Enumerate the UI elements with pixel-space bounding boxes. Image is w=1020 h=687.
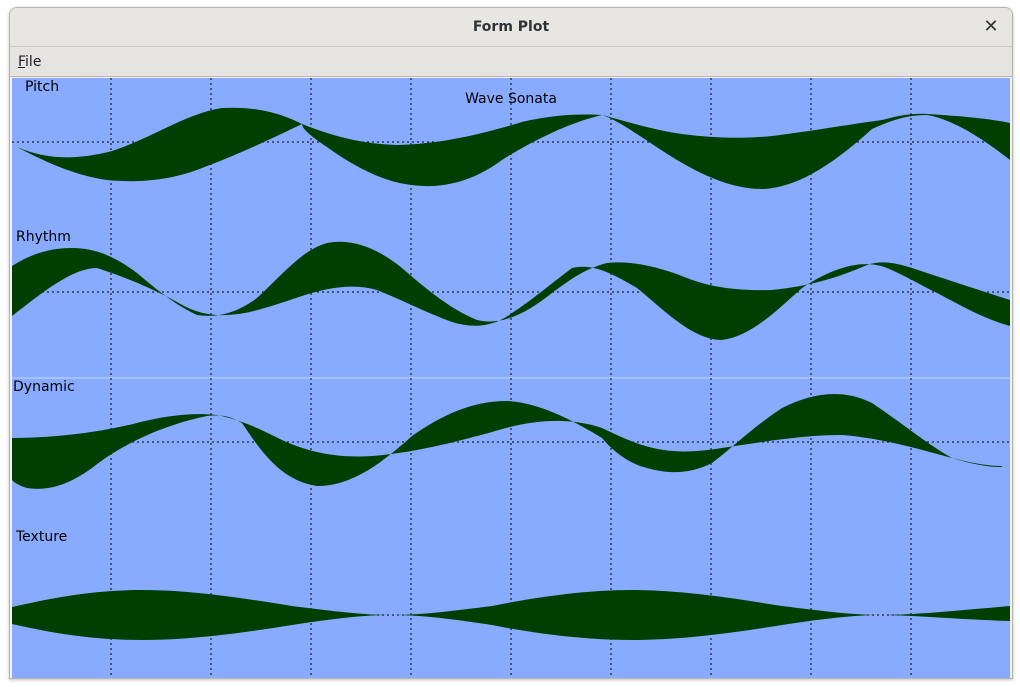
pitch-waveform — [17, 107, 1010, 189]
pitch-label: Pitch — [25, 79, 59, 95]
app-window: Form Plot ✕ File Pitch Rhythm Dynamic Te… — [9, 7, 1013, 679]
menu-bar: File — [10, 47, 1012, 77]
close-icon[interactable]: ✕ — [980, 17, 1002, 37]
window-title: Form Plot — [472, 19, 550, 35]
title-bar: Form Plot ✕ — [10, 8, 1012, 47]
menu-file[interactable]: File — [18, 52, 41, 72]
menu-file-mnemonic: F — [18, 54, 26, 70]
texture-waveform — [12, 590, 1010, 640]
form-plot-svg: Pitch Rhythm Dynamic Texture Wave Sonata — [12, 78, 1010, 678]
plot-title: Wave Sonata — [465, 91, 557, 107]
menu-file-label: ile — [25, 54, 42, 70]
form-plot-canvas: Pitch Rhythm Dynamic Texture Wave Sonata — [12, 78, 1010, 678]
texture-label: Texture — [15, 529, 67, 545]
dynamic-label: Dynamic — [13, 379, 75, 395]
rhythm-waveform — [12, 241, 1010, 340]
dynamic-waveform — [12, 393, 1002, 489]
rhythm-label: Rhythm — [16, 229, 71, 245]
